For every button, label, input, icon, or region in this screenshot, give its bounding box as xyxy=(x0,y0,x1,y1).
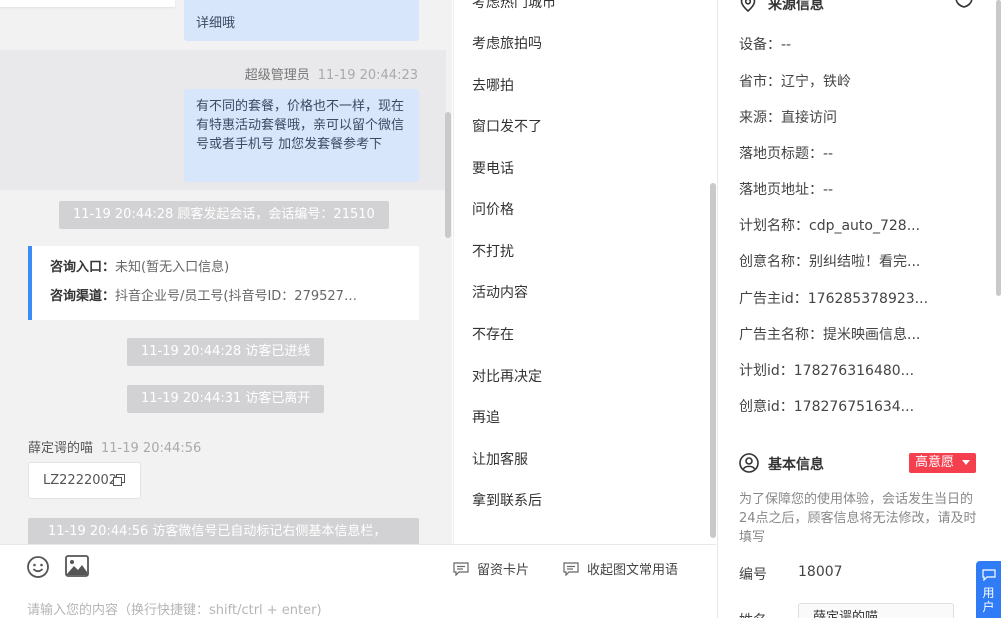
chat-scrollbar[interactable] xyxy=(445,112,451,238)
phrase-icon xyxy=(563,561,579,576)
info-scrollbar[interactable] xyxy=(996,0,1001,296)
lead-card-button[interactable]: 留资卡片 xyxy=(453,559,529,578)
name-value: 薛定谔的喵 xyxy=(813,610,879,618)
intent-tag-label: 高意愿 xyxy=(915,455,955,470)
phrase-item[interactable]: 要电话 xyxy=(472,158,514,178)
channel-label: 咨询渠道： xyxy=(50,289,116,304)
field-region: 省市：辽宁，铁岭 xyxy=(739,74,851,90)
phrase-item[interactable]: 让加客服 xyxy=(472,449,528,469)
sender-name: 薛定谔的喵 xyxy=(28,441,94,456)
message-input[interactable]: 请输入您的内容（换行快捷键：shift/ctrl + enter) xyxy=(27,599,322,618)
customer-info-pane: 来源信息 设备：-- 省市：辽宁，铁岭 来源：直接访问 落地页标题：-- 落地页… xyxy=(717,0,1001,618)
emoji-icon[interactable] xyxy=(26,555,50,579)
copy-icon[interactable] xyxy=(113,474,125,486)
message-text: 详细哦 xyxy=(196,16,236,31)
id-label: 编号 xyxy=(739,567,767,583)
button-label: 留资卡片 xyxy=(477,563,530,578)
user-icon xyxy=(739,453,759,473)
phrase-item[interactable]: 再追 xyxy=(472,407,500,427)
entry-value: 未知(暂无入口信息) xyxy=(115,260,230,275)
agent-message-bubble: 有不同的套餐，价格也不一样，现在有特惠活动套餐哦，亲可以留个微信号或者手机号 加… xyxy=(184,89,419,182)
channel-value: 抖音企业号/员工号(抖音号ID：279527… xyxy=(115,289,357,304)
entry-label: 咨询入口： xyxy=(50,260,116,275)
phrase-item[interactable]: 活动内容 xyxy=(472,282,528,302)
location-icon xyxy=(740,0,756,12)
phrase-item[interactable]: 窗口发不了 xyxy=(472,116,542,136)
field-creative-id: 创意id：178276751634... xyxy=(739,399,915,415)
float-button-label: 用户 xyxy=(982,586,995,614)
field-source: 来源：直接访问 xyxy=(739,110,837,126)
field-device: 设备：-- xyxy=(739,37,792,53)
phrases-scrollbar[interactable] xyxy=(710,183,716,538)
phrase-item[interactable]: 拿到联系后 xyxy=(472,490,542,510)
card-icon xyxy=(453,561,469,576)
phrase-item[interactable]: 对比再决定 xyxy=(472,366,542,386)
consult-channel-row: 咨询渠道：抖音企业号/员工号(抖音号ID：279527… xyxy=(50,287,401,316)
phrase-item[interactable]: 考虑热门城市 xyxy=(472,0,556,12)
field-creative-name: 创意名称：别纠结啦！看完... xyxy=(739,254,921,270)
field-landing-title: 落地页标题：-- xyxy=(739,146,834,162)
visitor-message-bubble: LZ2222002 xyxy=(28,462,141,499)
button-label: 收起图文常用语 xyxy=(587,563,679,578)
field-landing-url: 落地页地址：-- xyxy=(739,182,834,198)
field-advertiser-name: 广告主名称：提米映画信息... xyxy=(739,327,921,343)
visitor-left-notice: 11-19 20:44:31 访客已离开 xyxy=(127,385,325,413)
auto-mark-notice: 11-19 20:44:56 访客微信号已自动标记右侧基本信息栏， xyxy=(28,518,419,544)
message-time: 11-19 20:44:23 xyxy=(317,68,418,83)
consult-entry-row: 咨询入口：未知(暂无入口信息) xyxy=(50,258,401,287)
sender-name: 超级管理员 xyxy=(244,68,310,83)
message-text: LZ2222002 xyxy=(43,473,118,488)
collapse-phrases-button[interactable]: 收起图文常用语 xyxy=(563,559,678,578)
visitor-entered-notice: 11-19 20:44:28 访客已进线 xyxy=(127,338,325,366)
name-field[interactable]: 薛定谔的喵 xyxy=(798,603,954,618)
name-label: 姓名 xyxy=(739,610,767,618)
visitor-message-header: 薛定谔的喵 11-19 20:44:56 xyxy=(28,437,201,456)
field-plan-id: 计划id：178276316480... xyxy=(739,363,915,379)
agent-message-header: 超级管理员 11-19 20:44:23 xyxy=(245,64,418,83)
quick-phrases-pane: 考虑热门城市 考虑旅拍吗 去哪拍 窗口发不了 要电话 问价格 不打扰 活动内容 … xyxy=(453,0,716,544)
phrase-item[interactable]: 考虑旅拍吗 xyxy=(472,33,542,53)
phrase-item[interactable]: 去哪拍 xyxy=(472,75,514,95)
intent-tag-dropdown[interactable]: 高意愿 xyxy=(909,453,976,473)
phrase-item[interactable]: 不打扰 xyxy=(472,241,514,261)
previous-message-bubble: 详细哦 xyxy=(184,0,419,41)
shield-icon[interactable] xyxy=(954,0,974,8)
phrase-item[interactable]: 不存在 xyxy=(472,324,514,344)
source-info-title: 来源信息 xyxy=(768,0,824,13)
session-start-notice: 11-19 20:44:28 顾客发起会话，会话编号：21510 xyxy=(59,201,389,229)
image-icon[interactable] xyxy=(65,555,89,577)
user-float-button[interactable]: 用户 xyxy=(976,561,1001,618)
caret-down-icon xyxy=(962,460,970,465)
chat-header-strip xyxy=(0,0,175,7)
chat-icon xyxy=(981,569,996,582)
edit-tip: 为了保障您的使用体验，会话发生当日的24点之后，顾客信息将无法修改，请及时填写 xyxy=(739,492,977,545)
message-text: 有不同的套餐，价格也不一样，现在有特惠活动套餐哦，亲可以留个微信号或者手机号 加… xyxy=(196,99,405,152)
message-input-area: 留资卡片 收起图文常用语 请输入您的内容（换行快捷键：shift/ctrl + … xyxy=(0,544,716,618)
id-value: 18007 xyxy=(798,564,843,580)
phrase-item[interactable]: 问价格 xyxy=(472,199,514,219)
field-plan-name: 计划名称：cdp_auto_728... xyxy=(739,218,921,234)
field-advertiser-id: 广告主id：176285378923... xyxy=(739,291,929,307)
chat-pane: 详细哦 超级管理员 11-19 20:44:23 有不同的套餐，价格也不一样，现在… xyxy=(0,0,452,544)
message-time: 11-19 20:44:56 xyxy=(101,441,202,456)
basic-info-title: 基本信息 xyxy=(768,457,824,473)
consult-info-card: 咨询入口：未知(暂无入口信息) 咨询渠道：抖音企业号/员工号(抖音号ID：279… xyxy=(28,246,419,320)
